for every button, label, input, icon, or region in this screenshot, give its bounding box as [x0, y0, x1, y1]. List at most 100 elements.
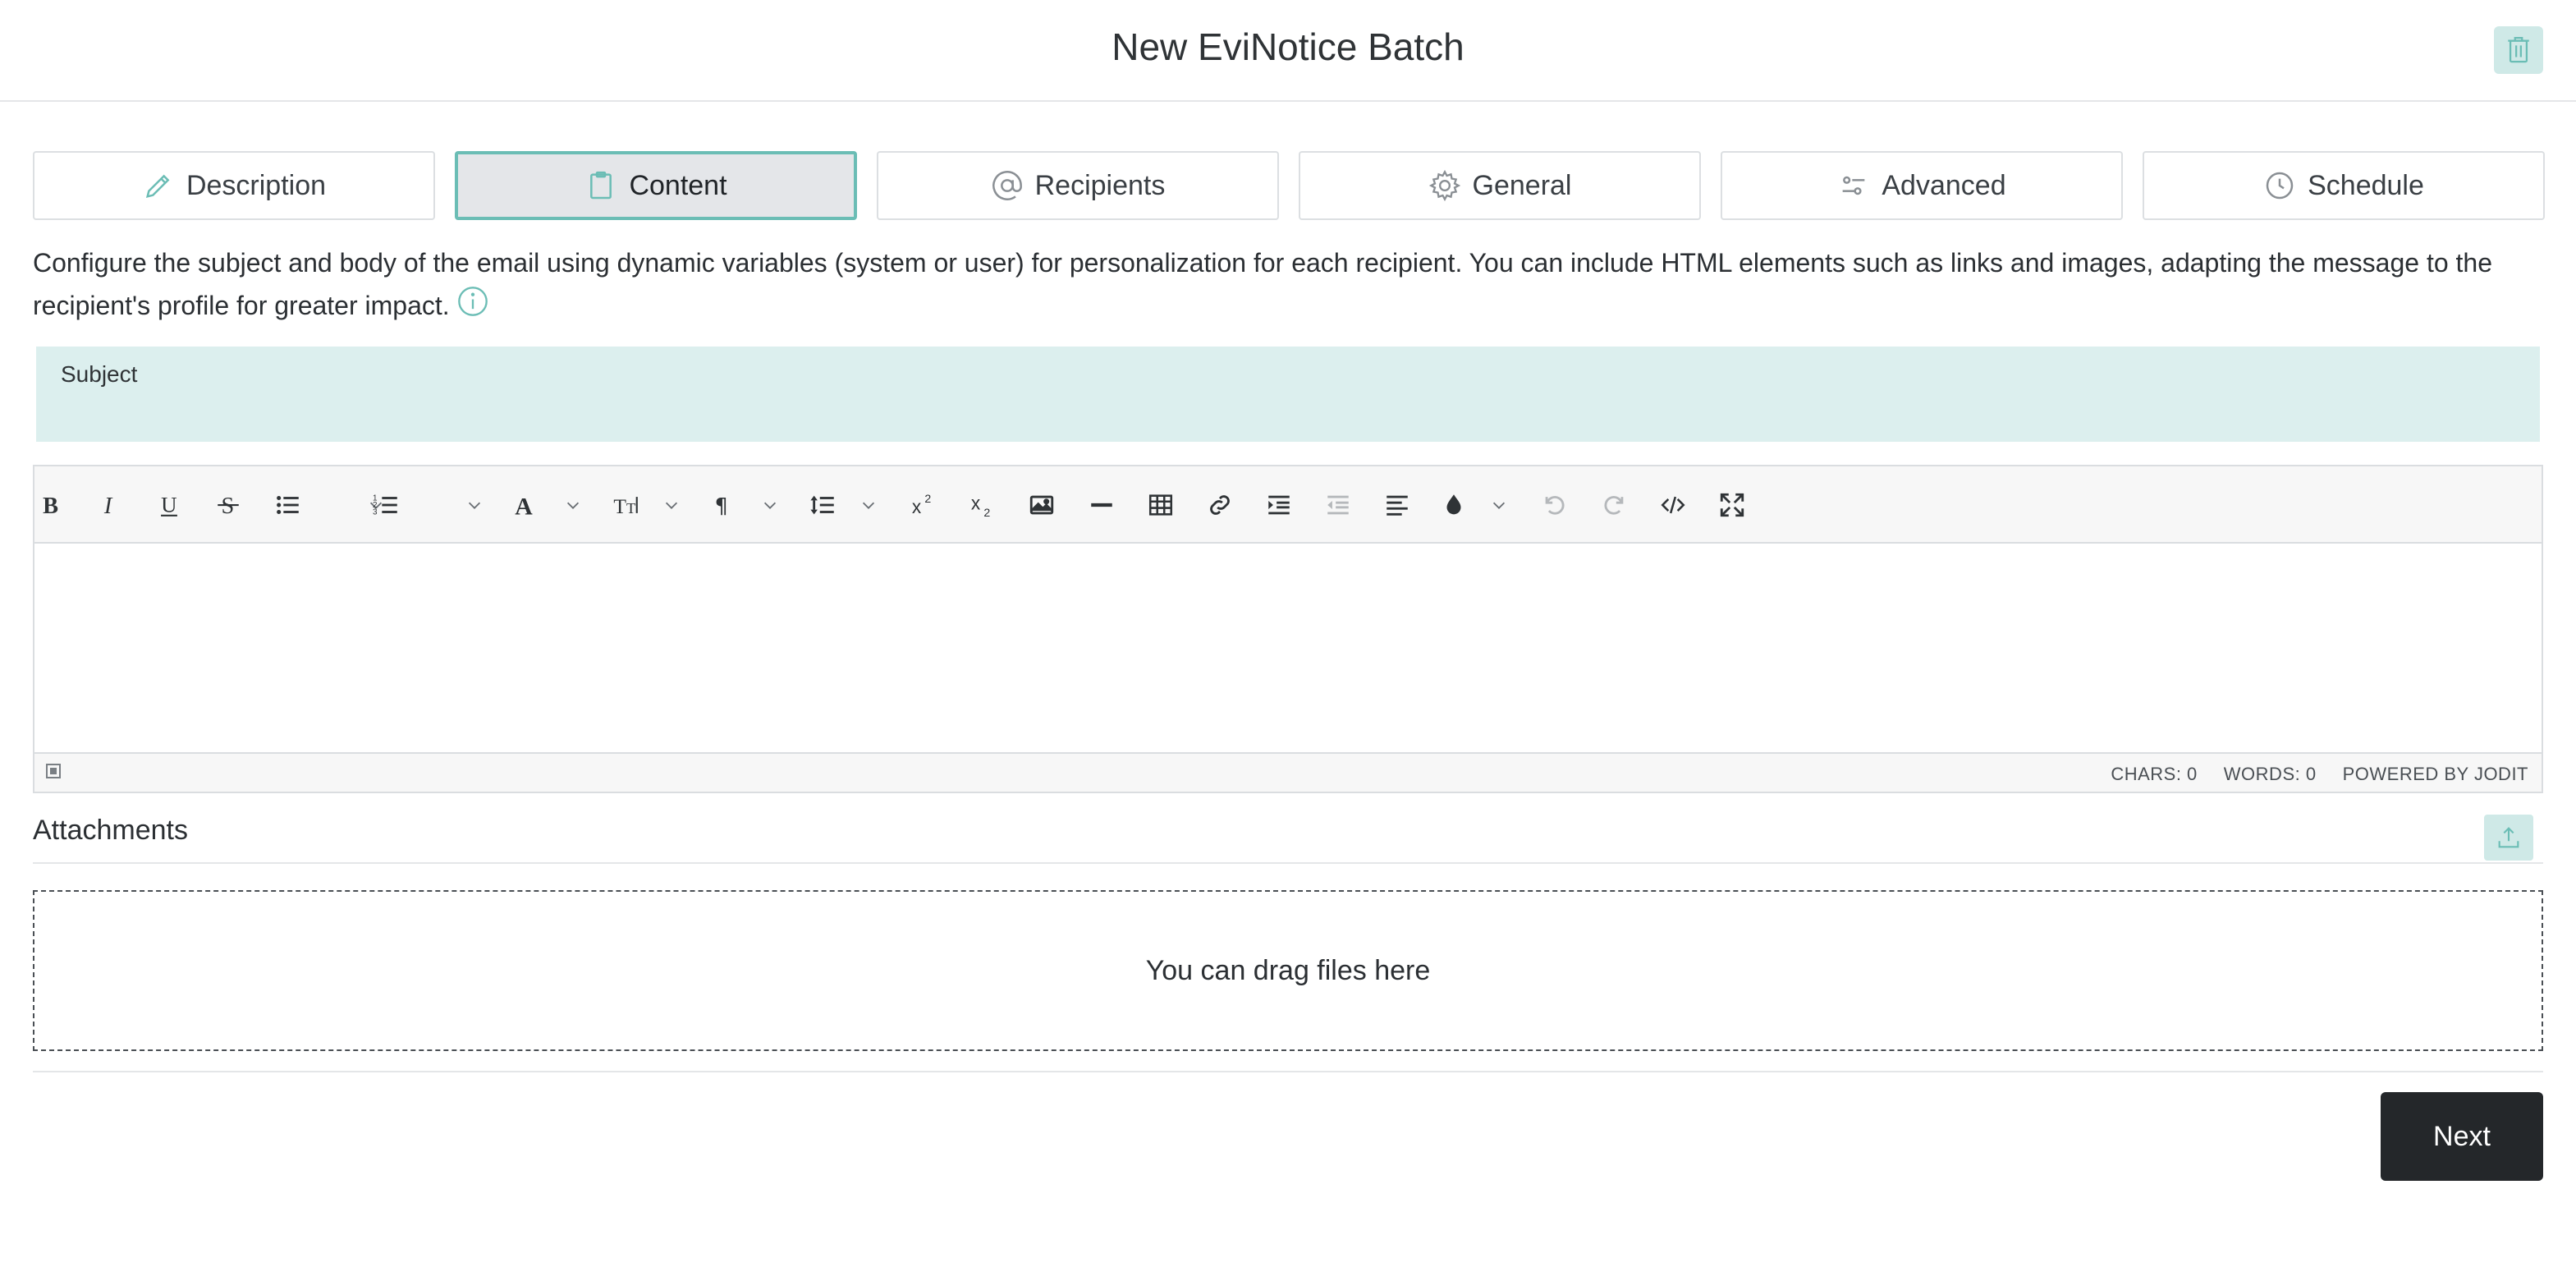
subject-input[interactable] [61, 396, 2507, 432]
link-button[interactable] [1205, 484, 1235, 526]
pencil-icon [145, 174, 170, 199]
strikethrough-button[interactable]: S [213, 484, 243, 526]
line-height-dropdown[interactable] [859, 491, 878, 519]
chevron-down-icon [566, 502, 580, 509]
tab-advanced[interactable]: Advanced [1721, 151, 2123, 220]
tab-label: Description [186, 169, 327, 201]
upload-button[interactable] [2484, 815, 2533, 861]
upload-icon [2498, 827, 2519, 848]
resize-handle-icon[interactable] [46, 764, 61, 778]
svg-text:2: 2 [924, 493, 931, 506]
font-size-dropdown[interactable] [662, 491, 681, 519]
divider [33, 862, 2543, 864]
outdent-icon [1327, 495, 1349, 515]
tab-label: Recipients [1034, 169, 1166, 201]
tab-content[interactable]: Content [455, 151, 857, 220]
svg-text:x: x [971, 493, 981, 514]
file-dropzone[interactable]: You can drag files here [33, 890, 2543, 1051]
tab-label: General [1472, 169, 1572, 201]
at-sign-icon [992, 171, 1022, 200]
superscript-button[interactable]: x2 [908, 484, 939, 526]
paragraph-button[interactable]: ¶ [709, 484, 739, 526]
editor-statusbar: CHARS: 0 WORDS: 0 POWERED BY JODIT [34, 752, 2542, 792]
image-button[interactable] [1026, 484, 1057, 526]
redo-icon [1604, 496, 1624, 515]
align-button[interactable] [1382, 484, 1412, 526]
underline-icon: U [161, 493, 177, 517]
chevron-down-icon [665, 502, 678, 509]
brush-dropdown[interactable] [1489, 491, 1509, 519]
clipboard-icon [590, 171, 612, 200]
gear-icon [1428, 169, 1460, 202]
table-icon [1148, 494, 1173, 516]
word-count: WORDS: 0 [2223, 764, 2317, 784]
svg-text:T: T [626, 500, 635, 517]
svg-text:T: T [613, 494, 626, 518]
numbered-list-dropdown[interactable] [465, 491, 484, 519]
next-button[interactable]: Next [2381, 1092, 2543, 1181]
dropzone-text: You can drag files here [1145, 954, 1431, 986]
superscript-icon: x2 [912, 493, 932, 517]
attachments-title: Attachments [33, 815, 188, 846]
horizontal-rule-button[interactable] [1087, 484, 1116, 526]
divider [33, 1071, 2543, 1072]
subscript-button[interactable]: x2 [967, 484, 998, 526]
italic-button[interactable]: I [95, 484, 125, 526]
clock-icon [2266, 172, 2294, 200]
code-icon [1661, 496, 1685, 514]
strikethrough-icon: S [218, 494, 239, 519]
link-icon [1210, 495, 1230, 515]
bold-icon: B [43, 494, 58, 519]
chevron-down-icon [763, 502, 777, 509]
tab-recipients[interactable]: Recipients [877, 151, 1279, 220]
svg-text:¶: ¶ [715, 494, 728, 519]
undo-icon [1545, 496, 1565, 515]
subject-label: Subject [61, 361, 138, 387]
subscript-icon: x2 [971, 493, 991, 519]
tab-label: Schedule [2308, 169, 2424, 201]
editor-body[interactable] [34, 545, 2542, 752]
char-count: CHARS: 0 [2111, 764, 2198, 784]
redo-button[interactable] [1599, 484, 1629, 526]
align-left-icon [1387, 495, 1408, 516]
font-button[interactable]: A [511, 484, 540, 526]
numbered-list-icon: 123 [373, 494, 397, 517]
wizard-tabs: Description Content Recipients General A… [33, 151, 2545, 220]
table-button[interactable] [1146, 484, 1176, 526]
tab-label: Advanced [1882, 169, 2006, 201]
indent-button[interactable] [1264, 484, 1294, 526]
fullsize-button[interactable] [1717, 484, 1747, 526]
rich-text-editor: B I U S 123 A TT ¶ x 2 x 2 CHARS: 0 WORD… [33, 465, 2543, 793]
paragraph-icon: ¶ [715, 494, 728, 519]
undo-button[interactable] [1540, 484, 1570, 526]
italic-icon: I [103, 494, 113, 519]
tab-description[interactable]: Description [33, 151, 435, 220]
subject-field[interactable]: Subject [36, 347, 2540, 442]
paragraph-dropdown[interactable] [760, 491, 780, 519]
tab-schedule[interactable]: Schedule [2143, 151, 2545, 220]
source-button[interactable] [1658, 484, 1688, 526]
tab-general[interactable]: General [1299, 151, 1701, 220]
brush-button[interactable] [1440, 484, 1468, 526]
underline-button[interactable]: U [154, 484, 184, 526]
outdent-button[interactable] [1323, 484, 1353, 526]
info-icon[interactable] [456, 285, 489, 330]
bulleted-list-icon [277, 495, 299, 515]
line-height-button[interactable] [808, 484, 839, 526]
drop-icon [1446, 494, 1461, 515]
svg-text:I: I [103, 494, 113, 519]
svg-text:2: 2 [983, 507, 990, 519]
powered-by-link[interactable]: POWERED BY JODIT [2343, 764, 2528, 785]
expand-icon [1720, 493, 1744, 517]
numbered-list-button[interactable]: 123 [371, 484, 402, 526]
svg-text:A: A [515, 493, 533, 519]
trash-icon [2508, 36, 2529, 63]
font-size-button[interactable]: TT [611, 484, 642, 526]
svg-text:x: x [912, 496, 922, 517]
delete-button[interactable] [2494, 26, 2543, 74]
font-dropdown[interactable] [563, 491, 583, 519]
horizontal-rule-icon [1091, 503, 1112, 507]
bulleted-list-button[interactable] [273, 484, 304, 526]
chevron-down-icon [468, 502, 481, 509]
bold-button[interactable]: B [36, 484, 66, 526]
